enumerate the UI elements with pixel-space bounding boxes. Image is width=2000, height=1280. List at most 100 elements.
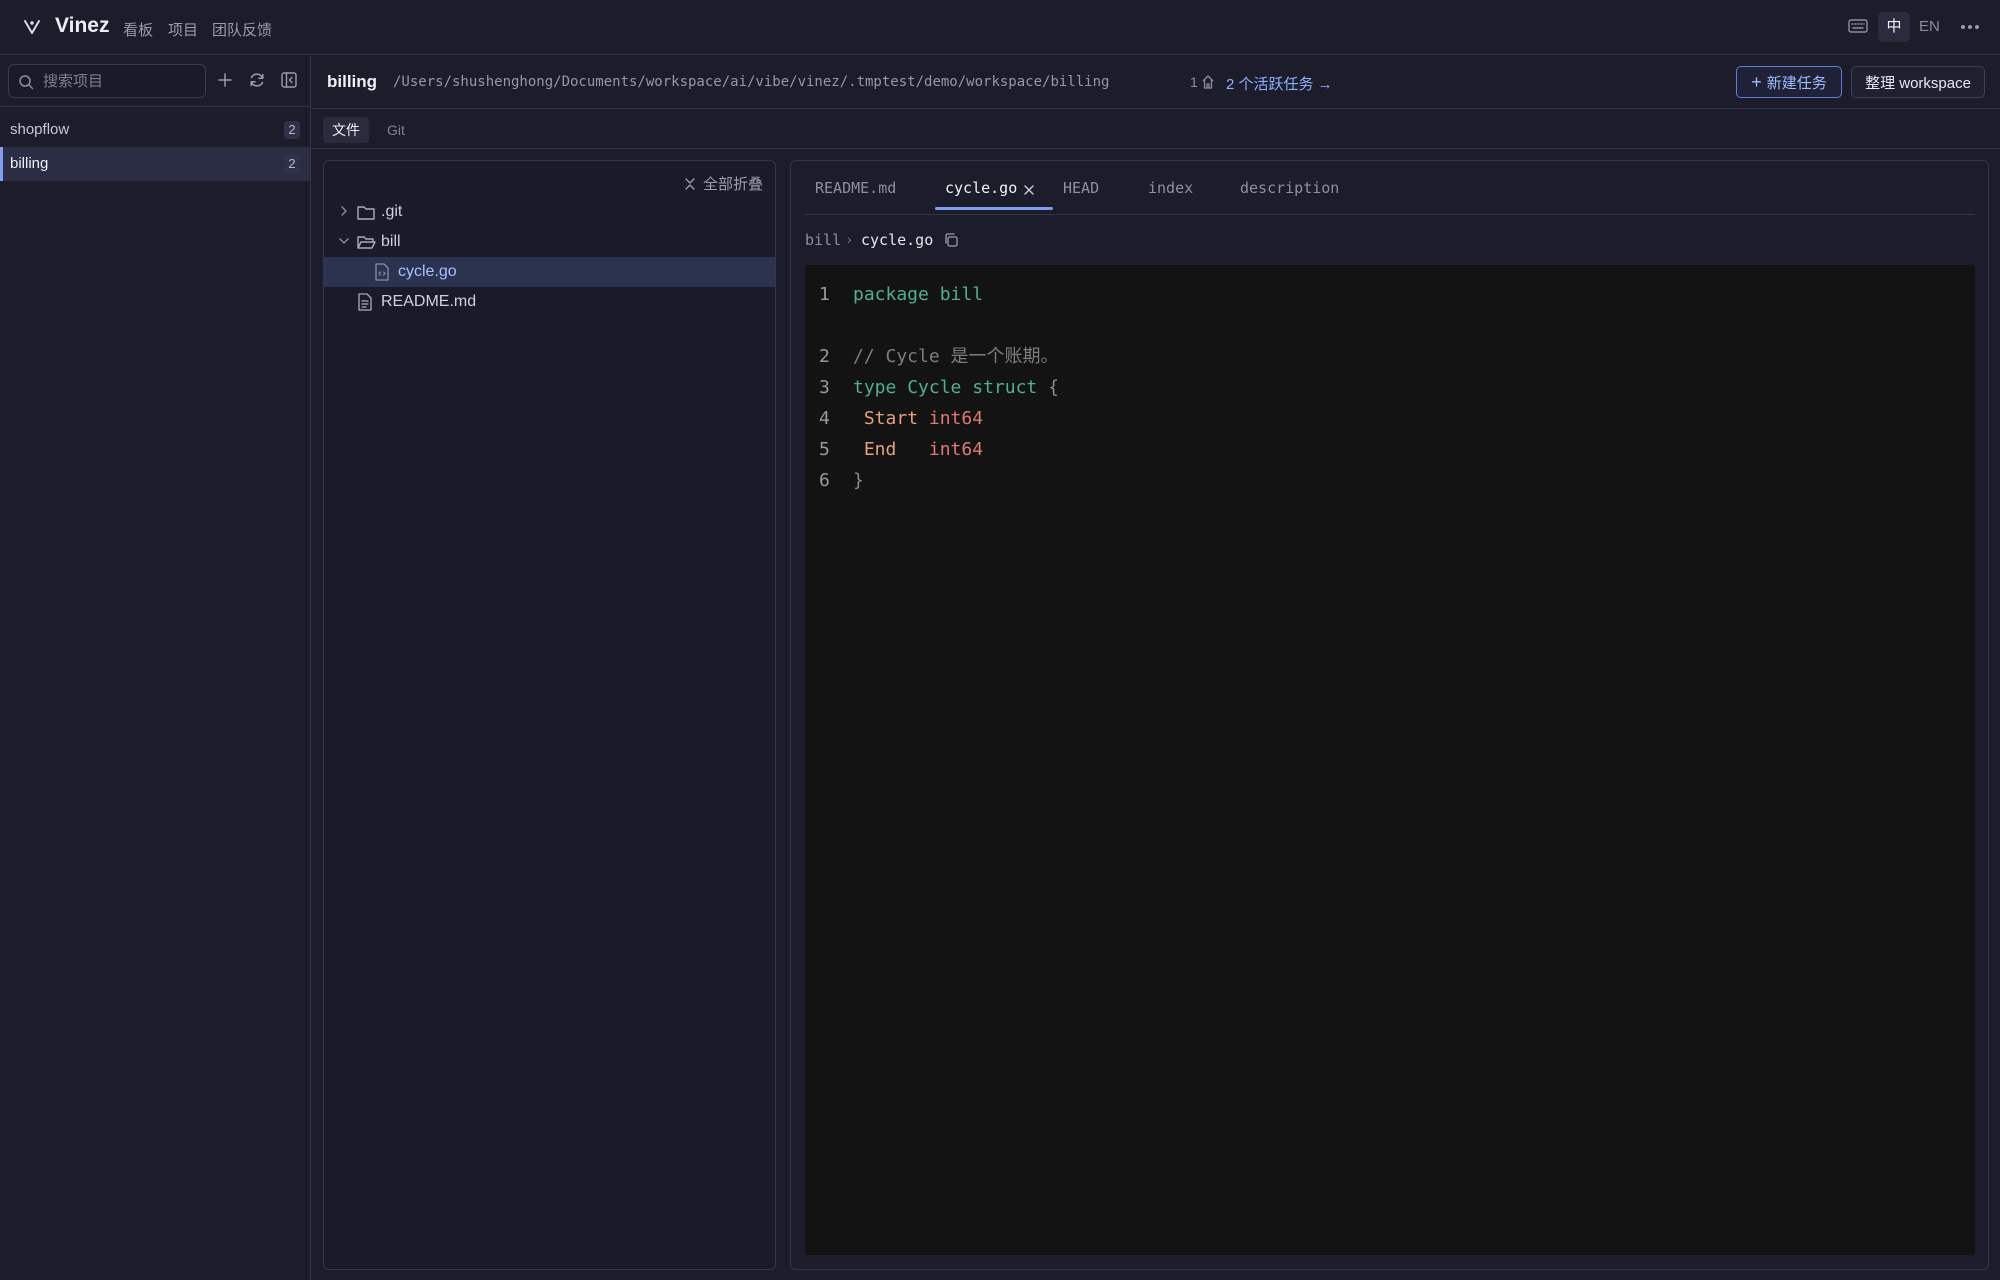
code-line: 5 End int64: [805, 437, 1975, 463]
search-input[interactable]: [43, 65, 203, 97]
organize-workspace-button[interactable]: 整理 workspace: [1851, 66, 1985, 98]
folder-icon: [357, 206, 375, 220]
collapse-icon: [685, 177, 695, 190]
editor-tab-readme[interactable]: README.md: [815, 179, 896, 209]
code-token: package: [853, 284, 929, 305]
copy-icon[interactable]: [943, 232, 959, 248]
close-icon[interactable]: [1023, 184, 1035, 196]
branch-count: 1: [1190, 74, 1198, 90]
tab-files[interactable]: 文件: [323, 117, 369, 143]
collapse-all-button[interactable]: 全部折叠: [683, 173, 763, 194]
tree-item-cycle-go[interactable]: cycle.go: [324, 257, 775, 287]
code-token: Cycle: [907, 377, 962, 398]
code-line: 2 // Cycle 是一个账期。: [805, 344, 1975, 370]
new-task-button[interactable]: + 新建任务: [1736, 66, 1842, 98]
code-line: 1 package bill: [805, 282, 1975, 308]
nav-board[interactable]: 看板: [123, 19, 153, 40]
line-number: 6: [819, 470, 830, 491]
active-tasks-link[interactable]: 2 个活跃任务 →: [1226, 73, 1333, 94]
top-bar: Vinez 看板 项目 团队反馈 中 EN: [0, 0, 2000, 55]
editor-tab-head[interactable]: HEAD: [1063, 179, 1099, 209]
collapse-all-label: 全部折叠: [702, 176, 763, 193]
nav-projects[interactable]: 项目: [168, 19, 198, 40]
code-editor[interactable]: 1 package bill 2 // Cycle 是一个账期。 3 type Cycle…: [805, 265, 1975, 1255]
breadcrumb-file: cycle.go: [861, 231, 934, 249]
add-project-icon[interactable]: [216, 71, 234, 89]
code-token: int64: [928, 439, 984, 460]
code-text: // Cycle 是一个账期。: [853, 344, 1059, 370]
code-line: 6}: [805, 468, 1975, 494]
tree-item-git-folder[interactable]: .git: [324, 197, 775, 227]
tree-item-label: .git: [381, 203, 403, 220]
refresh-icon[interactable]: [248, 71, 266, 89]
tree-item-bill-folder[interactable]: bill: [324, 227, 775, 257]
subtab-divider: [312, 148, 2000, 149]
code-line: 4 Start int64: [805, 406, 1975, 432]
chevron-down-icon: [339, 238, 349, 244]
sidebar-divider: [0, 106, 311, 107]
header-divider: [312, 108, 2000, 109]
vinez-logo-icon: [24, 20, 40, 34]
code-text: package bill: [853, 282, 983, 308]
nav-team-feedback[interactable]: 团队反馈: [212, 19, 272, 40]
tree-item-label: README.md: [381, 293, 477, 310]
project-item-shopflow[interactable]: shopflow 2: [0, 113, 310, 147]
editor-tab-cycle-go[interactable]: cycle.go: [945, 179, 1017, 209]
breadcrumb-dir[interactable]: bill: [805, 231, 841, 249]
new-task-label: 新建任务: [1766, 74, 1827, 92]
folder-open-icon: [357, 236, 376, 249]
active-tab-indicator: [935, 207, 1053, 210]
chevron-right-icon: [341, 206, 347, 216]
code-token: type: [853, 377, 897, 398]
line-number: 3: [819, 377, 830, 398]
code-token: struct: [972, 377, 1038, 398]
project-title: billing: [327, 72, 378, 91]
tree-item-readme[interactable]: README.md: [324, 287, 775, 317]
code-line: 3 type Cycle struct {: [805, 375, 1975, 401]
code-text: type Cycle struct {: [853, 375, 1059, 401]
code-token: {: [1048, 377, 1059, 398]
keyboard-icon[interactable]: [1848, 18, 1868, 34]
breadcrumb-separator: ›: [847, 231, 852, 247]
code-token: Start: [863, 408, 919, 429]
project-label: shopflow: [10, 121, 70, 138]
file-tree-panel: 全部折叠 .git bill cycle.go README.md: [323, 160, 776, 1270]
editor-tab-description[interactable]: description: [1240, 179, 1339, 209]
search-icon: [19, 75, 34, 90]
sidebar: shopflow 2 billing 2: [0, 56, 311, 1280]
code-text: End int64: [853, 437, 983, 463]
project-count-badge: 2: [284, 155, 300, 173]
app-title: Vinez: [55, 14, 110, 37]
plus-icon: +: [1751, 71, 1762, 92]
lang-en-button[interactable]: EN: [1919, 18, 1940, 35]
editor-tab-index[interactable]: index: [1148, 179, 1193, 209]
code-token: // Cycle 是一个账期。: [853, 346, 1059, 367]
tree-item-label: cycle.go: [398, 263, 457, 280]
project-count-badge: 2: [284, 121, 300, 139]
code-text: }: [853, 468, 864, 494]
project-item-billing[interactable]: billing 2: [0, 147, 310, 181]
code-token: End: [863, 439, 897, 460]
collapse-sidebar-icon[interactable]: [280, 71, 298, 89]
code-token: }: [853, 470, 864, 491]
line-number: 4: [819, 408, 830, 429]
code-token: bill: [939, 284, 984, 305]
tree-item-label: bill: [381, 233, 401, 250]
line-number: 5: [819, 439, 830, 460]
text-file-icon: [358, 293, 372, 311]
tab-git[interactable]: Git: [378, 117, 414, 143]
code-text: Start int64: [853, 406, 983, 432]
more-icon[interactable]: [1959, 18, 1981, 36]
line-number: 2: [819, 346, 830, 367]
search-box[interactable]: [8, 64, 206, 98]
code-file-icon: [375, 263, 389, 281]
line-number: 1: [819, 284, 830, 305]
lang-zh-button[interactable]: 中: [1878, 12, 1910, 42]
